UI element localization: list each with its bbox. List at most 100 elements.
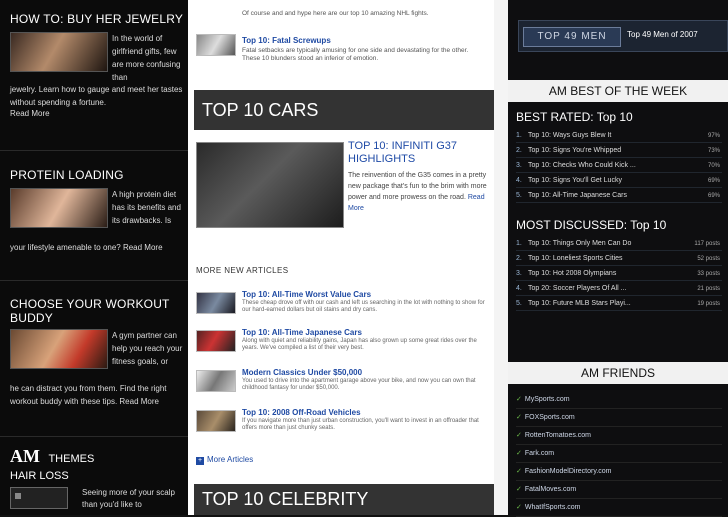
article-thumbnail[interactable] [196, 330, 236, 352]
article-title[interactable]: Top 10: 2008 Off-Road Vehicles [242, 408, 361, 417]
jewelry-title[interactable]: HOW TO: BUY HER JEWELRY [10, 12, 185, 26]
featured-title[interactable]: TOP 10: INFINITI G37 HIGHLIGHTS [348, 140, 488, 166]
row-title: Top 10: Signs You'll Get Lucky [528, 177, 622, 184]
most-discussed-row[interactable]: 1. Top 10: Things Only Men Can Do 117 post… [516, 238, 722, 251]
friend-label: FashionModelDirectory.com [524, 468, 612, 475]
article-desc: If you navigate more than just urban con… [242, 418, 479, 431]
best-rated-row[interactable]: 3. Top 10: Checks Who Could Kick ... 70% [516, 160, 722, 173]
jewelry-section: HOW TO: BUY HER JEWELRY In the world of … [10, 12, 185, 118]
friends-header: AM FRIENDS [508, 362, 728, 384]
more-new-articles-heading: MORE NEW ARTICLES [196, 266, 289, 275]
protein-section: PROTEIN LOADING A high protein diet has … [10, 168, 185, 252]
list-item: Top 10: All-Time Worst Value Cars These … [196, 290, 488, 320]
row-value: 73% [707, 148, 720, 154]
rank: 3. [516, 162, 522, 169]
check-icon: ✓ [516, 468, 522, 475]
row-title: Top 10: Hot 2008 Olympians [528, 270, 617, 277]
workout-section: CHOOSE YOUR WORKOUT BUDDY A gym partner … [10, 297, 185, 406]
hair-loss-thumbnail[interactable] [10, 487, 68, 509]
jewelry-read-more[interactable]: Read More [10, 108, 185, 121]
most-discussed-title: MOST DISCUSSED: Top 10 [516, 218, 667, 232]
friend-link[interactable]: ✓ MySports.com [516, 392, 722, 409]
friend-label: MySports.com [524, 396, 570, 403]
rank: 4. [516, 177, 522, 184]
friend-label: FatalMoves.com [524, 486, 577, 493]
article-desc: You used to drive into the apartment gar… [242, 378, 476, 391]
rank: 4. [516, 285, 522, 292]
most-discussed-row[interactable]: 2. Top 10: Loneliest Sports Cities 52 post… [516, 253, 722, 266]
row-title: Top 10: All-Time Japanese Cars [528, 192, 627, 199]
article-title[interactable]: Top 10: All-Time Worst Value Cars [242, 290, 371, 299]
rank: 1. [516, 132, 522, 139]
workout-thumbnail[interactable] [10, 329, 108, 369]
jewelry-teaser: In the world of girlfriend gifts, few ar… [112, 34, 181, 82]
row-value: 21 posts [697, 286, 720, 292]
article-desc: Along with quiet and reliability gains, … [242, 338, 477, 351]
fatal-screwups-link[interactable]: Top 10: Fatal Screwups [242, 36, 331, 45]
featured-text: The reinvention of the G35 comes in a pr… [348, 170, 488, 214]
check-icon: ✓ [516, 486, 522, 493]
top49-banner[interactable]: TOP 49 MEN Top 49 Men of 2007 [518, 20, 728, 52]
best-rated-row[interactable]: 4. Top 10: Signs You'll Get Lucky 69% [516, 175, 722, 188]
friend-link[interactable]: ✓ FatalMoves.com [516, 482, 722, 499]
section-band-celebrity: TOP 10 CELEBRITY [194, 484, 496, 515]
most-discussed-row[interactable]: 3. Top 10: Hot 2008 Olympians 33 posts [516, 268, 722, 281]
fatal-screwups-desc: Fatal setbacks are typically amusing for… [242, 47, 469, 62]
row-title: Top 10: Checks Who Could Kick ... [528, 162, 636, 169]
am-logo: AM [10, 446, 40, 466]
workout-body: he can distract you from them. Find the … [10, 384, 167, 406]
best-rated-title: BEST RATED: Top 10 [516, 110, 633, 124]
most-discussed-row[interactable]: 4. Top 20: Soccer Players Of All ... 21 po… [516, 283, 722, 296]
row-title: Top 10: Signs You're Whipped [528, 147, 622, 154]
row-title: Top 10: Things Only Men Can Do [528, 240, 632, 247]
fatal-screwups-thumbnail[interactable] [196, 34, 236, 56]
featured-text-body: The reinvention of the G35 comes in a pr… [348, 172, 487, 201]
most-discussed-row[interactable]: 5. Top 10: Future MLB Stars Playi... 19 po… [516, 298, 722, 311]
friend-link[interactable]: ✓ WhatIfSports.com [516, 500, 722, 517]
top49-logo: TOP 49 MEN [523, 27, 621, 47]
right-sidebar: TOP 49 MEN Top 49 Men of 2007 AM BEST OF… [508, 0, 728, 517]
jewelry-body: jewelry. Learn how to gauge and meet her… [10, 85, 183, 107]
best-rated-row[interactable]: 5. Top 10: All-Time Japanese Cars 69% [516, 190, 722, 203]
article-title[interactable]: Top 10: All-Time Japanese Cars [242, 328, 362, 337]
friend-link[interactable]: ✓ FOXSports.com [516, 410, 722, 427]
article-thumbnail[interactable] [196, 410, 236, 432]
main-content: Of course and and hype here are our top … [188, 0, 496, 515]
plus-icon: + [196, 457, 204, 465]
best-rated-row[interactable]: 2. Top 10: Signs You're Whipped 73% [516, 145, 722, 158]
list-item: Top 10: All-Time Japanese Cars Along wit… [196, 328, 488, 358]
themes-label: THEMES [48, 453, 95, 465]
article-thumbnail[interactable] [196, 292, 236, 314]
divider [0, 436, 188, 437]
best-of-week-header: AM BEST OF THE WEEK [508, 80, 728, 102]
best-rated-row[interactable]: 1. Top 10: Ways Guys Blew It 97% [516, 130, 722, 143]
rank: 2. [516, 255, 522, 262]
check-icon: ✓ [516, 432, 522, 439]
row-value: 69% [707, 178, 720, 184]
friend-link[interactable]: ✓ Fark.com [516, 446, 722, 463]
workout-title[interactable]: CHOOSE YOUR WORKOUT BUDDY [10, 297, 185, 325]
row-title: Top 20: Soccer Players Of All ... [528, 285, 627, 292]
divider [0, 150, 188, 151]
hair-loss-title[interactable]: HAIR LOSS [10, 470, 69, 482]
friend-link[interactable]: ✓ FashionModelDirectory.com [516, 464, 722, 481]
rank: 5. [516, 300, 522, 307]
featured-car-image[interactable] [196, 142, 344, 228]
top49-text: Top 49 Men of 2007 [627, 30, 698, 39]
article-title[interactable]: Modern Classics Under $50,000 [242, 368, 362, 377]
friend-label: Fark.com [524, 450, 555, 457]
rank: 5. [516, 192, 522, 199]
article-thumbnail[interactable] [196, 370, 236, 392]
rank: 1. [516, 240, 522, 247]
jewelry-thumbnail[interactable] [10, 32, 108, 72]
more-articles-link[interactable]: + More Articles [196, 455, 253, 465]
row-value: 69% [707, 193, 720, 199]
protein-thumbnail[interactable] [10, 188, 108, 228]
protein-body: your lifestyle amenable to one? Read Mor… [10, 243, 163, 252]
protein-title[interactable]: PROTEIN LOADING [10, 168, 185, 182]
row-value: 33 posts [697, 271, 720, 277]
friend-link[interactable]: ✓ RottenTomatoes.com [516, 428, 722, 445]
article-desc: These cheap drove off with our cash and … [242, 300, 485, 313]
row-value: 70% [707, 163, 720, 169]
left-sidebar: HOW TO: BUY HER JEWELRY In the world of … [0, 0, 188, 515]
